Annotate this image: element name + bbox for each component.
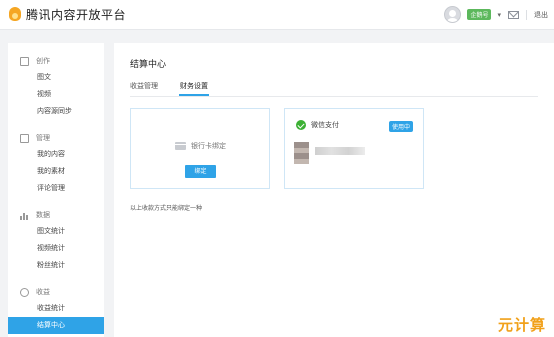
avatar[interactable] [444, 6, 462, 23]
sidebar-group-label: 创作 [36, 57, 50, 65]
divider [526, 9, 527, 20]
sidebar-item-article[interactable]: 图文 [8, 69, 104, 86]
sidebar-group-label: 数据 [36, 211, 50, 219]
account-badge: 企鹅号 [467, 9, 492, 20]
main-panel: 结算中心 收益管理 财务设置 银行卡绑定 绑定 微信支付 使用中 以上收款方式只… [114, 43, 554, 337]
wechat-pay-panel[interactable]: 微信支付 使用中 [284, 108, 424, 189]
penguin-logo-icon [7, 5, 23, 23]
blurred-avatar [294, 142, 309, 164]
wechat-pay-label: 微信支付 [311, 121, 339, 129]
binding-note: 以上收款方式只能绑定一种 [130, 205, 203, 212]
sidebar-item-fan-stats[interactable]: 粉丝统计 [8, 257, 104, 274]
user-area: 企鹅号 ▾ 退出 [444, 6, 548, 23]
bank-card-label: 银行卡绑定 [191, 142, 226, 150]
sidebar-item-content-sync[interactable]: 内容源同步 [8, 103, 104, 120]
sidebar-group-label: 收益 [36, 288, 50, 296]
watermark: 元计算 [497, 316, 546, 334]
tab-finance-settings[interactable]: 财务设置 [180, 81, 208, 91]
document-icon [20, 133, 29, 143]
status-badge: 使用中 [388, 121, 413, 132]
sidebar-group-manage: 管理 [8, 130, 104, 146]
sidebar-item-revenue-stats[interactable]: 收益统计 [8, 300, 104, 317]
bank-card-panel: 银行卡绑定 绑定 [130, 108, 270, 189]
bank-card-icon [175, 142, 186, 150]
logo[interactable]: 腾讯内容开放平台 [7, 5, 126, 23]
top-bar: 腾讯内容开放平台 企鹅号 ▾ 退出 [0, 0, 554, 30]
wechat-pay-row: 微信支付 [296, 120, 339, 130]
bind-button[interactable]: 绑定 [185, 165, 216, 178]
logout-link[interactable]: 退出 [534, 10, 548, 20]
edit-icon [20, 56, 29, 66]
sidebar-item-settlement-center[interactable]: 结算中心 [8, 317, 104, 334]
sidebar-item-comments[interactable]: 评论管理 [8, 180, 104, 197]
bank-card-row: 银行卡绑定 [175, 141, 226, 151]
mail-icon[interactable] [508, 10, 519, 19]
bar-chart-icon [20, 211, 29, 220]
tab-bar: 收益管理 财务设置 [130, 79, 538, 97]
logo-text: 腾讯内容开放平台 [26, 7, 127, 22]
active-tab-indicator [179, 94, 209, 96]
sidebar-group-revenue: 收益 [8, 284, 104, 300]
sidebar-item-video-stats[interactable]: 视频统计 [8, 240, 104, 257]
coin-icon [20, 287, 29, 297]
sidebar-group-create: 创作 [8, 53, 104, 69]
sidebar: 创作 图文 视频 内容源同步 管理 我的内容 我的素材 评论管理 数据 图文统计… [8, 43, 104, 337]
sidebar-item-video[interactable]: 视频 [8, 86, 104, 103]
sidebar-group-data: 数据 [8, 207, 104, 223]
page-title: 结算中心 [130, 60, 167, 70]
sidebar-item-my-content[interactable]: 我的内容 [8, 146, 104, 163]
chevron-down-icon[interactable]: ▾ [497, 11, 501, 19]
sidebar-item-my-materials[interactable]: 我的素材 [8, 163, 104, 180]
sidebar-item-article-stats[interactable]: 图文统计 [8, 223, 104, 240]
check-circle-icon [296, 120, 306, 130]
sidebar-group-label: 管理 [36, 134, 50, 142]
blurred-account-name [315, 147, 365, 155]
tab-revenue-management[interactable]: 收益管理 [130, 81, 158, 91]
